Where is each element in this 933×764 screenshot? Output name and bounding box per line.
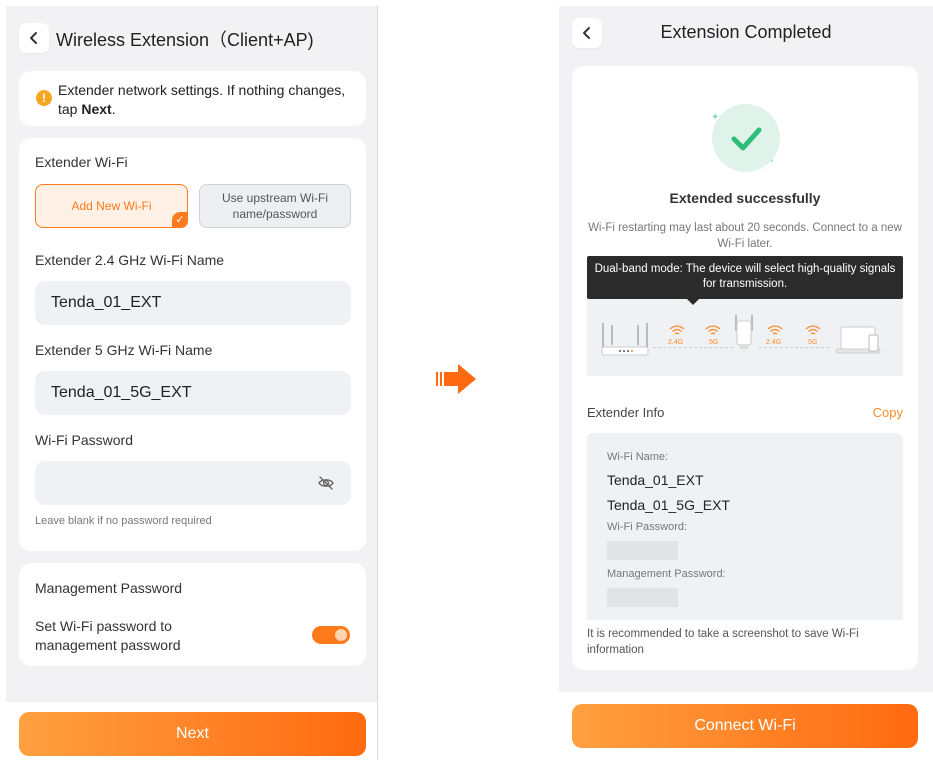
page-title: Extension Completed: [660, 22, 832, 42]
chevron-left-icon: [30, 32, 37, 44]
back-button[interactable]: [19, 23, 49, 53]
wifi-name-24-input[interactable]: Tenda_01_EXT: [35, 281, 351, 325]
mgmt-title: Management Password: [35, 580, 183, 596]
wifi-password-label: Wi-Fi Password:: [607, 521, 688, 533]
wifi-icon: [767, 325, 783, 335]
band-5-label: 5G: [709, 339, 719, 346]
band-24-label: 2.4G: [766, 339, 782, 346]
network-diagram: 2.4G 5G 2.4G 5G: [587, 299, 903, 376]
recommend-text: It is recommended to take a screenshot t…: [587, 628, 859, 656]
mgmt-password-toggle[interactable]: [312, 626, 350, 644]
extender-icon: [735, 315, 753, 349]
router-icon: [601, 323, 649, 356]
extender-wifi-label: Extender Wi-Fi: [35, 154, 128, 170]
use-upstream-label: Use upstream Wi-Fi name/password: [221, 191, 328, 221]
management-password-card: Management Password Set Wi-Fi password t…: [19, 563, 366, 666]
wifi-name-5-value: Tenda_01_5G_EXT: [51, 384, 192, 401]
wifi-icon: [805, 325, 821, 335]
mgmt-toggle-label: Set Wi-Fi password to management passwor…: [35, 618, 181, 653]
notice-text-bold: Next: [81, 101, 112, 117]
wifi-icon: [705, 325, 721, 335]
wifi-name-24-value: Tenda_01_EXT: [51, 294, 162, 311]
check-icon: [731, 127, 762, 151]
wifi-name-24-value: Tenda_01_EXT: [607, 472, 704, 488]
extension-completed-screen: Extension Completed ✦ ✦ Extended success…: [559, 6, 933, 760]
notice-text-end: .: [111, 101, 116, 117]
wifi-settings-card: Extender Wi-Fi Add New Wi-Fi ✓ Use upstr…: [19, 138, 366, 551]
next-button[interactable]: Next: [19, 712, 366, 756]
eye-off-icon[interactable]: [317, 474, 335, 492]
mgmt-password-label: Management Password:: [607, 568, 726, 580]
wifi-name-5-value: Tenda_01_5G_EXT: [607, 497, 730, 513]
password-label: Wi-Fi Password: [35, 432, 134, 448]
wifi-password-input[interactable]: [35, 461, 351, 505]
band-24-label: 2.4G: [668, 339, 684, 346]
toggle-knob: [335, 629, 347, 641]
wifi-name-5-input[interactable]: Tenda_01_5G_EXT: [35, 371, 351, 415]
connection-line: [759, 347, 829, 348]
extender-info-title: Extender Info: [587, 405, 665, 420]
add-new-wifi-label: Add New Wi-Fi: [71, 199, 152, 213]
result-card: ✦ ✦ Extended successfully Wi-Fi restarti…: [572, 66, 918, 670]
wireless-extension-screen: Wireless Extension（Client+AP) ! Extender…: [6, 6, 378, 760]
name-24-label: Extender 2.4 GHz Wi-Fi Name: [35, 252, 225, 268]
check-icon: ✓: [172, 212, 188, 228]
name-5-label: Extender 5 GHz Wi-Fi Name: [35, 342, 213, 358]
password-hint: Leave blank if no password required: [35, 515, 212, 527]
copy-link[interactable]: Copy: [873, 405, 903, 420]
wifi-name-label: Wi-Fi Name:: [607, 451, 669, 463]
arrow-right-icon: [436, 364, 476, 394]
mgmt-password-masked: [607, 588, 678, 607]
connect-wifi-label: Connect Wi-Fi: [694, 717, 796, 734]
connect-wifi-button[interactable]: Connect Wi-Fi: [572, 704, 918, 748]
band-5-label: 5G: [808, 339, 818, 346]
dual-band-tooltip: Dual-band mode: The device will select h…: [587, 256, 903, 305]
notice-text: Extender network settings. If nothing ch…: [58, 81, 363, 119]
success-icon: [712, 104, 780, 172]
wifi-icon: [669, 325, 685, 335]
extender-info-box: Wi-Fi Name: Tenda_01_EXT Tenda_01_5G_EXT…: [587, 433, 903, 620]
restart-text: Wi-Fi restarting may last about 20 secon…: [588, 222, 902, 250]
use-upstream-option[interactable]: Use upstream Wi-Fi name/password: [199, 184, 351, 228]
notice-card: ! Extender network settings. If nothing …: [19, 71, 366, 126]
connection-line: [653, 347, 733, 348]
warning-icon: !: [36, 90, 52, 106]
footer-bar: Connect Wi-Fi: [559, 692, 933, 760]
wifi-password-masked: [607, 541, 678, 560]
add-new-wifi-option[interactable]: Add New Wi-Fi ✓: [35, 184, 188, 228]
laptop-icon: [835, 326, 881, 354]
footer-bar: Next: [6, 702, 377, 760]
next-button-label: Next: [176, 725, 209, 742]
success-title: Extended successfully: [669, 190, 821, 206]
page-title: Wireless Extension（Client+AP): [56, 30, 314, 50]
